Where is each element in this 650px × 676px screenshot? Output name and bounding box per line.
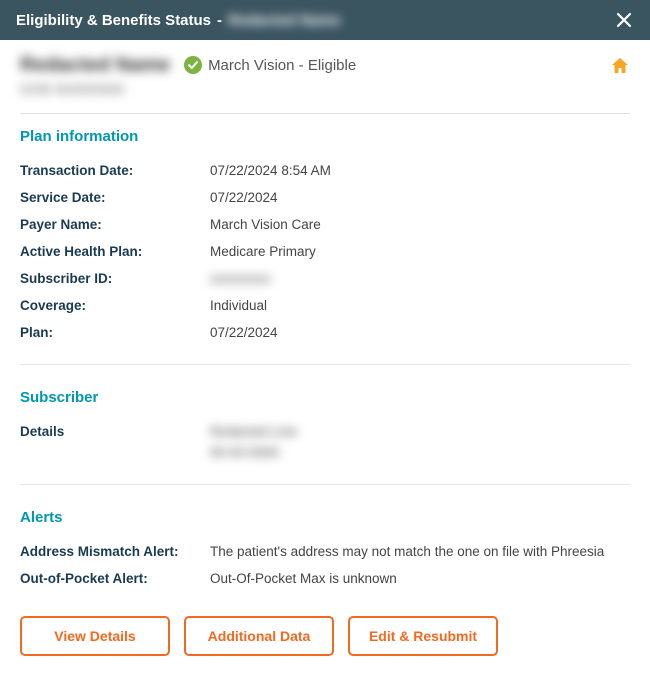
label-plan: Plan: xyxy=(20,325,210,340)
row-subscriber-id: Subscriber ID: xxxxxxxxx xyxy=(20,265,630,292)
title-separator: - xyxy=(217,12,222,29)
value-transaction-date: 07/22/2024 8:54 AM xyxy=(210,163,630,178)
value-address-mismatch: The patient's address may not match the … xyxy=(210,544,630,559)
home-icon[interactable] xyxy=(610,56,630,79)
label-service-date: Service Date: xyxy=(20,190,210,205)
status-text: March Vision - Eligible xyxy=(208,57,356,74)
label-transaction-date: Transaction Date: xyxy=(20,163,210,178)
label-active-plan: Active Health Plan: xyxy=(20,244,210,259)
label-coverage: Coverage: xyxy=(20,298,210,313)
row-plan: Plan: 07/22/2024 xyxy=(20,319,630,346)
section-divider-1 xyxy=(20,364,630,365)
section-title-alerts: Alerts xyxy=(20,509,630,526)
value-subscriber-details: Redacted Line 00-00-0000 xyxy=(210,424,630,460)
label-address-mismatch: Address Mismatch Alert: xyxy=(20,544,210,559)
eligibility-status: March Vision - Eligible xyxy=(184,56,356,74)
row-transaction-date: Transaction Date: 07/22/2024 8:54 AM xyxy=(20,157,630,184)
patient-header: Redacted Name DOB 00/00/0000 March Visio… xyxy=(0,40,650,107)
value-subscriber-id: xxxxxxxxx xyxy=(210,271,630,286)
row-oop-alert: Out-of-Pocket Alert: Out-Of-Pocket Max i… xyxy=(20,565,630,592)
patient-name: Redacted Name xyxy=(20,54,170,77)
value-service-date: 07/22/2024 xyxy=(210,190,630,205)
titlebar-title-group: Eligibility & Benefits Status - Redacted… xyxy=(16,12,341,29)
value-coverage: Individual xyxy=(210,298,630,313)
label-subscriber-id: Subscriber ID: xyxy=(20,271,210,286)
label-oop-alert: Out-of-Pocket Alert: xyxy=(20,571,210,586)
subscriber-section: Subscriber Details Redacted Line 00-00-0… xyxy=(0,375,650,474)
section-title-subscriber: Subscriber xyxy=(20,389,630,406)
check-circle-icon xyxy=(184,56,202,74)
alerts-section: Alerts Address Mismatch Alert: The patie… xyxy=(0,495,650,600)
header-left: Redacted Name DOB 00/00/0000 March Visio… xyxy=(20,54,356,97)
patient-identity: Redacted Name DOB 00/00/0000 xyxy=(20,54,170,97)
view-details-button[interactable]: View Details xyxy=(20,616,170,656)
subscriber-detail-line-1: Redacted Line xyxy=(210,424,630,439)
section-title-plan: Plan information xyxy=(20,128,630,145)
section-divider-2 xyxy=(20,484,630,485)
row-active-plan: Active Health Plan: Medicare Primary xyxy=(20,238,630,265)
row-address-mismatch: Address Mismatch Alert: The patient's ad… xyxy=(20,538,630,565)
action-buttons: View Details Additional Data Edit & Resu… xyxy=(0,600,650,676)
value-plan: 07/22/2024 xyxy=(210,325,630,340)
row-service-date: Service Date: 07/22/2024 xyxy=(20,184,630,211)
value-payer-name: March Vision Care xyxy=(210,217,630,232)
dialog-title: Eligibility & Benefits Status xyxy=(16,12,211,29)
plan-information-section: Plan information Transaction Date: 07/22… xyxy=(0,114,650,354)
value-active-plan: Medicare Primary xyxy=(210,244,630,259)
row-coverage: Coverage: Individual xyxy=(20,292,630,319)
label-payer-name: Payer Name: xyxy=(20,217,210,232)
patient-dob: DOB 00/00/0000 xyxy=(20,81,170,97)
row-subscriber-details: Details Redacted Line 00-00-0000 xyxy=(20,418,630,466)
dialog-titlebar: Eligibility & Benefits Status - Redacted… xyxy=(0,0,650,40)
additional-data-button[interactable]: Additional Data xyxy=(184,616,334,656)
row-payer-name: Payer Name: March Vision Care xyxy=(20,211,630,238)
titlebar-patient-name: Redacted Name xyxy=(228,12,341,29)
close-icon[interactable] xyxy=(614,10,634,30)
subscriber-detail-line-2: 00-00-0000 xyxy=(210,445,630,460)
value-oop-alert: Out-Of-Pocket Max is unknown xyxy=(210,571,630,586)
edit-resubmit-button[interactable]: Edit & Resubmit xyxy=(348,616,498,656)
label-subscriber-details: Details xyxy=(20,424,210,460)
